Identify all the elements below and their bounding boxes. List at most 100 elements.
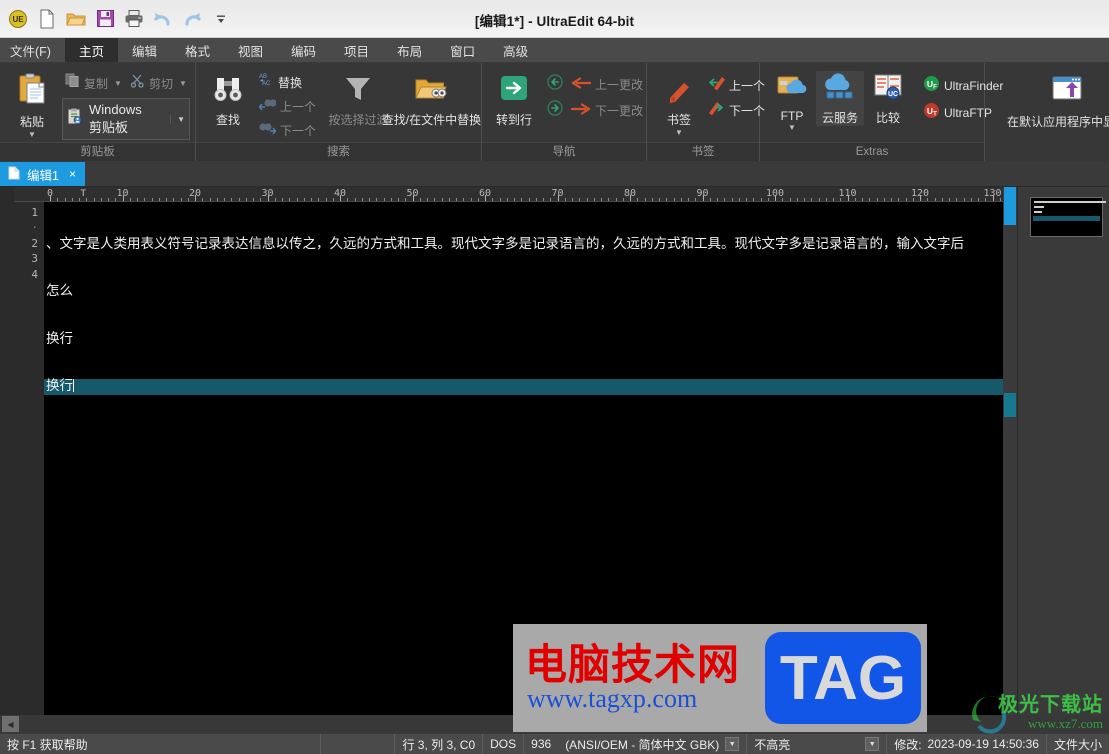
menu-window[interactable]: 窗口 [436,38,489,62]
tab-close-icon[interactable]: × [69,167,76,181]
next-change-button[interactable]: 下一更改 [544,98,648,123]
filter-by-selection-button[interactable]: 按选择过滤 [328,73,388,128]
copy-button[interactable]: 复制 ▼ [62,71,127,95]
status-spacer [321,734,396,754]
ruler-tick [151,198,153,201]
ruler-tick [390,198,392,201]
watermark-tagxp: 电脑技术网 www.tagxp.com TAG [513,624,927,732]
status-highlight-label: 不高亮 [754,737,791,752]
tab-edit1[interactable]: 编辑1 × [0,162,85,186]
cut-label: 剪切 [148,76,173,91]
vertical-scrollbar[interactable] [1003,187,1017,715]
windows-clipboard-label: Windows 剪贴板 [89,102,142,135]
status-line-ending[interactable]: DOS [483,734,525,754]
cut-dropdown-icon[interactable]: ▼ [179,79,187,88]
menu-advanced[interactable]: 高级 [489,38,542,62]
ruler-tick [738,198,740,201]
find-in-files-button[interactable]: 查找/在文件中替换 [382,73,481,128]
ruler-tick [129,198,131,201]
find-next-button[interactable]: 下一个 [256,119,321,142]
status-modified-label: 修改: [894,737,922,752]
menu-file[interactable]: 文件(F) [0,38,65,62]
ruler-tick [499,198,501,201]
status-codepage[interactable]: 936 [524,734,558,754]
menu-view[interactable]: 视图 [224,38,277,62]
ftp-button[interactable]: FTP ▼ [768,71,816,132]
ruler-tick [528,198,530,201]
ruler-tick [920,195,921,201]
redo-icon[interactable] [179,6,205,32]
menu-home[interactable]: 主页 [64,38,118,62]
paste-button[interactable]: 粘贴 ▼ [8,71,56,139]
ruler-tick [978,198,979,201]
ruler-tick [876,198,878,201]
copy-dropdown-icon[interactable]: ▼ [114,79,122,88]
ruler-tick [209,198,211,201]
ultraftp-icon: U T [923,102,940,124]
ruler-tick [224,198,225,201]
ribbon-group-extras: FTP ▼ 云服务 UC 比较 U F UltraFinder U T Ultr… [760,63,1003,161]
goto-line-button[interactable]: 转到行 [490,73,538,128]
new-file-icon[interactable] [34,6,60,32]
compare-button[interactable]: UC 比较 [864,71,912,126]
ruler-tick [137,198,138,201]
folder-search-icon [414,75,448,108]
funnel-icon [341,75,375,108]
scroll-left-icon[interactable]: ◀ [2,716,19,732]
prev-change-button[interactable]: 上一更改 [544,72,648,97]
undo-icon[interactable] [150,6,176,32]
prev-circle-icon [547,74,563,95]
find-prev-button[interactable]: 上一个 [256,95,321,118]
code-line-current-text: 换行 [46,378,73,395]
windows-clipboard-dropdown-icon[interactable]: ▼ [170,114,185,124]
status-cursor-position[interactable]: 行 3, 列 3, C0 [395,734,484,754]
ruler-tick [492,198,494,201]
status-highlight-dropdown-icon[interactable]: ▼ [865,737,880,751]
paste-dropdown-icon[interactable]: ▼ [28,131,36,139]
ruler-tick [361,198,363,201]
cloud-service-button[interactable]: 云服务 [816,71,864,126]
find-button[interactable]: 查找 [204,73,252,128]
ruler-tick [608,198,610,201]
ribbon-group-clipboard-title: 剪贴板 [0,142,195,161]
line-number: 4 [31,267,38,281]
vertical-scrollbar-marker [1004,393,1016,417]
ruler-tick [180,198,182,201]
status-encoding-dropdown-icon[interactable]: ▼ [725,737,740,751]
menu-layout[interactable]: 布局 [383,38,436,62]
bookmark-dropdown-icon[interactable]: ▼ [675,129,683,137]
show-in-default-app-button[interactable]: 在默认应用程序中显示 [1001,73,1109,130]
replace-button[interactable]: AB AC 替换 [256,70,321,94]
save-icon[interactable] [92,6,118,32]
ruler-tick [724,198,726,201]
ftp-dropdown-icon[interactable]: ▼ [788,124,796,132]
document-minimap-panel[interactable] [1017,187,1109,715]
status-encoding[interactable]: (ANSI/OEM - 简体中文 GBK) ▼ [558,734,748,754]
svg-text:UC: UC [888,91,898,98]
ftp-icon [776,73,808,106]
line-number: 2 [31,236,38,250]
code-line: 换行 [46,330,73,347]
line-number: 3 [31,252,38,266]
menu-project[interactable]: 项目 [330,38,383,62]
prev-change-arrow-icon [571,76,592,94]
ruler-tick [818,198,820,201]
ruler-tick [369,198,370,201]
vertical-scrollbar-thumb[interactable] [1004,187,1016,225]
customize-qat-icon[interactable] [208,6,234,32]
windows-clipboard-button[interactable]: Windows 剪贴板 ▼ [62,98,190,140]
menu-edit[interactable]: 编辑 [118,38,171,62]
menu-format[interactable]: 格式 [171,38,224,62]
ue-logo-icon: UE [5,6,31,32]
cut-button[interactable]: 剪切 ▼ [127,71,192,95]
open-folder-icon[interactable] [63,6,89,32]
status-highlight[interactable]: 不高亮 ▼ [747,734,888,754]
ruler-tick [796,198,798,201]
ruler-tick [557,195,559,201]
bookmark-button[interactable]: 书签 ▼ [655,77,703,137]
menu-encoding[interactable]: 编码 [277,38,330,62]
ruler-tab-marker[interactable]: T [80,188,86,198]
binoculars-icon [213,75,243,108]
print-icon[interactable] [121,6,147,32]
ruler-tick [325,198,327,201]
